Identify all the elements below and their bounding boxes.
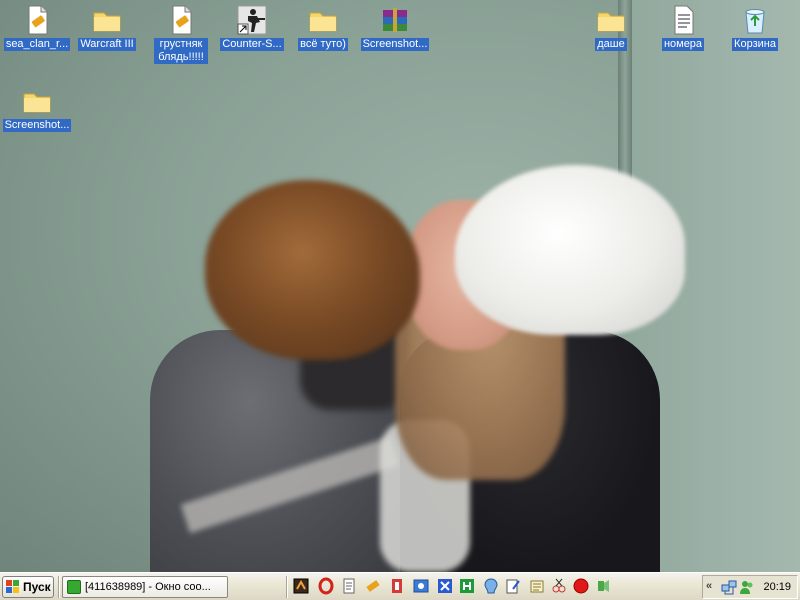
desktop-icon-dashe[interactable]: даше <box>574 4 648 54</box>
desktop-icon-label: всё туто) <box>298 38 348 51</box>
bookmark-icon[interactable] <box>388 577 406 595</box>
desktop-icon-label: Screenshot... <box>2 119 72 132</box>
winamp-skin-file-icon <box>165 4 197 36</box>
desktop-icon-warcraft[interactable]: Warcraft III <box>70 4 144 54</box>
notes-icon[interactable] <box>550 577 568 595</box>
folder-icon <box>91 4 123 36</box>
task-icon[interactable] <box>436 577 454 595</box>
system-tray: « 20:19 <box>702 575 798 599</box>
folder-icon <box>21 85 53 117</box>
desktop[interactable]: sea_clan_r... Warcraft III грустняк бляд… <box>0 0 800 572</box>
network-icon[interactable] <box>721 579 737 595</box>
users-online-icon[interactable] <box>739 579 755 595</box>
audio-icon[interactable] <box>594 577 612 595</box>
recycle-bin-icon <box>739 4 771 36</box>
green-app-icon[interactable] <box>482 577 500 595</box>
wallpaper-head <box>205 180 420 360</box>
record-icon[interactable] <box>572 577 590 595</box>
taskbar-window-button[interactable]: [411638989] - Окно соо... <box>62 576 228 598</box>
notepad-icon[interactable] <box>340 577 358 595</box>
desktop-icon-screenshot-folder[interactable]: Screenshot... <box>0 85 74 135</box>
desktop-icon-nomera[interactable]: номера <box>646 4 720 54</box>
windows-logo-icon <box>6 580 20 594</box>
start-label: Пуск <box>23 580 51 594</box>
desktop-icon-sea-clan[interactable]: sea_clan_r... <box>0 4 74 54</box>
desktop-icon-screenshot-archive[interactable]: Screenshot... <box>358 4 432 54</box>
desktop-icon-vse-tuto[interactable]: всё туто) <box>286 4 360 54</box>
browser-icon[interactable] <box>412 577 430 595</box>
folder-icon <box>307 4 339 36</box>
desktop-icon-label: sea_clan_r... <box>3 38 71 51</box>
taskbar-separator <box>58 576 60 598</box>
taskbar: Пуск [411638989] - Окно соо... « 20:19 <box>0 572 800 600</box>
desktop-icon-counter-strike[interactable]: Counter-S... <box>215 4 289 54</box>
tools-icon[interactable] <box>364 577 382 595</box>
edit-icon[interactable] <box>528 577 546 595</box>
winamp-skin-file-icon <box>21 4 53 36</box>
winrar-archive-icon <box>379 4 411 36</box>
opera-icon[interactable] <box>317 577 335 595</box>
desktop-icon-label: даше <box>595 38 627 51</box>
text-document-icon <box>667 4 699 36</box>
desktop-icon-label: Корзина <box>732 38 778 51</box>
taskbar-window-label: [411638989] - Окно соо... <box>85 581 211 593</box>
sync-icon[interactable] <box>458 577 476 595</box>
winamp-icon[interactable] <box>292 577 310 595</box>
counter-strike-shortcut-icon <box>236 4 268 36</box>
desktop-icon-label: номера <box>661 38 705 51</box>
desktop-icon-label: грустняк блядь!!!!! <box>154 38 208 64</box>
desktop-icon-label: Screenshot... <box>360 38 430 51</box>
chat-app-icon <box>67 580 81 594</box>
start-button[interactable]: Пуск <box>2 576 54 598</box>
desktop-icon-label: Warcraft III <box>78 38 136 51</box>
tray-expand-chevron[interactable]: « <box>706 580 712 592</box>
desktop-icon-label: Counter-S... <box>220 38 284 51</box>
headset-icon[interactable] <box>504 577 522 595</box>
folder-icon <box>595 4 627 36</box>
desktop-icon-grustnyak[interactable]: грустняк блядь!!!!! <box>144 4 218 67</box>
desktop-icon-recycle-bin[interactable]: Корзина <box>718 4 792 54</box>
clock[interactable]: 20:19 <box>763 581 791 593</box>
wallpaper-hat <box>455 165 685 335</box>
taskbar-separator <box>286 576 288 598</box>
